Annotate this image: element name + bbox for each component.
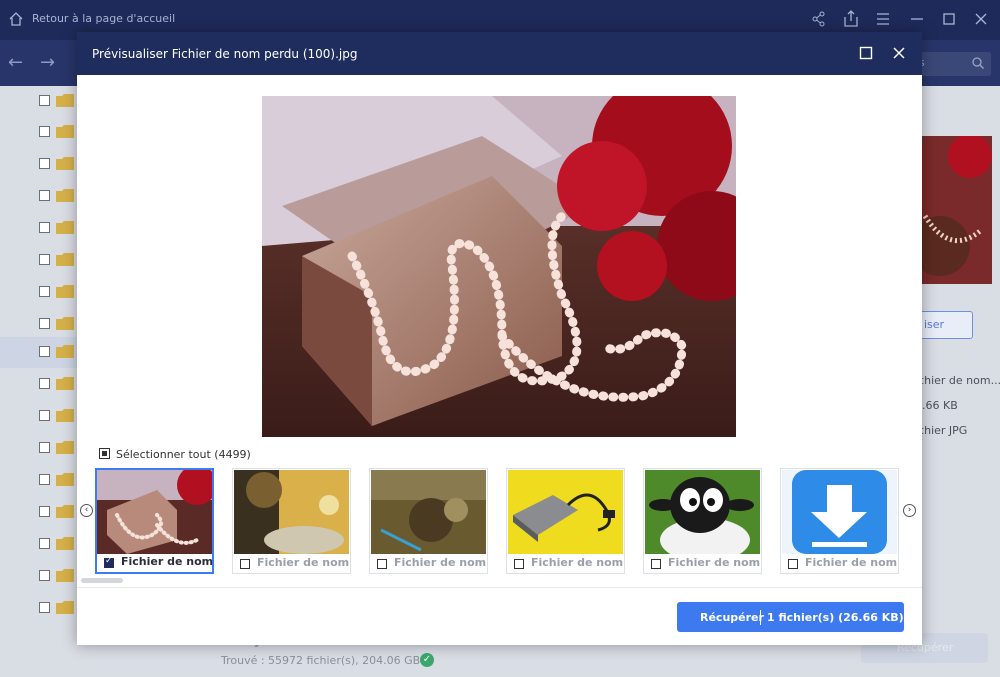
folder-icon — [56, 409, 74, 422]
row-checkbox[interactable] — [39, 254, 50, 265]
folder-icon — [56, 125, 74, 138]
folder-icon — [56, 285, 74, 298]
folder-icon — [56, 473, 74, 486]
thumbnail-checkbox[interactable] — [104, 556, 114, 568]
thumbnail-image — [371, 470, 486, 554]
row-checkbox[interactable] — [39, 378, 50, 389]
row-checkbox[interactable] — [39, 95, 50, 106]
details-thumbnail — [920, 136, 992, 284]
recover-button-divider — [760, 610, 761, 625]
thumbnail-label: Fichier de nom... — [394, 556, 487, 569]
thumbnail-checkbox[interactable] — [377, 559, 387, 569]
folder-icon — [56, 221, 74, 234]
recover-button-count: 1 fichier(s) (26.66 KB) — [767, 611, 904, 624]
folder-icon — [56, 94, 74, 107]
row-checkbox[interactable] — [39, 346, 50, 357]
folder-icon — [56, 317, 74, 330]
recover-button[interactable]: Récupérer 1 fichier(s) (26.66 KB) — [677, 602, 904, 632]
row-checkbox[interactable] — [39, 190, 50, 201]
details-type: ichier JPG — [915, 424, 968, 437]
home-link[interactable]: Retour à la page d'accueil — [32, 12, 175, 25]
row-checkbox[interactable] — [39, 442, 50, 453]
row-checkbox[interactable] — [39, 318, 50, 329]
forward-arrow-icon[interactable]: → — [40, 52, 55, 73]
row-checkbox[interactable] — [39, 126, 50, 137]
thumbnail-card-selected[interactable]: Fichier de nom... — [95, 468, 214, 574]
folder-icon — [56, 377, 74, 390]
thumbnail-checkbox[interactable] — [240, 559, 250, 569]
row-checkbox[interactable] — [39, 222, 50, 233]
share-icon[interactable] — [808, 8, 830, 30]
folder-icon — [56, 569, 74, 582]
folder-icon — [56, 189, 74, 202]
dialog-divider — [77, 587, 922, 588]
home-icon[interactable] — [9, 12, 23, 26]
preview-dialog: Prévisualiser Fichier de nom perdu (100)… — [77, 32, 922, 645]
row-checkbox[interactable] — [39, 506, 50, 517]
folder-icon — [56, 505, 74, 518]
details-filename: ichier de nom... — [915, 374, 1000, 387]
thumbnail-label: Fichier de nom... — [668, 556, 761, 569]
close-window-icon[interactable] — [970, 8, 992, 30]
search-icon — [972, 57, 984, 69]
folder-icon — [56, 537, 74, 550]
preview-image — [262, 96, 736, 437]
recover-button-label: Récupérer — [700, 611, 764, 624]
thumbnail-card[interactable]: Fichier de nom... — [643, 468, 762, 574]
maximize-icon[interactable] — [858, 45, 874, 61]
dialog-title: Prévisualiser Fichier de nom perdu (100)… — [92, 47, 358, 61]
thumbnail-checkbox[interactable] — [651, 559, 661, 569]
select-all[interactable]: Sélectionner tout (4499) — [99, 447, 251, 461]
back-arrow-icon[interactable]: ← — [8, 52, 23, 73]
folder-icon — [56, 441, 74, 454]
thumbnail-image — [234, 470, 349, 554]
folder-icon — [56, 253, 74, 266]
thumbnail-image — [97, 470, 212, 554]
search-input[interactable]: s — [915, 52, 991, 76]
row-checkbox[interactable] — [39, 474, 50, 485]
minimize-icon[interactable] — [906, 8, 928, 30]
close-icon[interactable] — [891, 45, 907, 61]
thumbnail-label: Fichier de nom... — [805, 556, 898, 569]
row-checkbox[interactable] — [39, 538, 50, 549]
next-thumbnail-button[interactable]: › — [903, 504, 916, 517]
thumbnail-image — [645, 470, 760, 554]
row-checkbox[interactable] — [39, 570, 50, 581]
thumbnail-label: Fichier de nom... — [531, 556, 624, 569]
row-checkbox[interactable] — [39, 286, 50, 297]
thumbnail-card[interactable]: Fichier de nom... — [369, 468, 488, 574]
select-all-checkbox[interactable] — [99, 448, 110, 459]
thumbnail-image — [508, 470, 623, 554]
row-checkbox[interactable] — [39, 410, 50, 421]
scan-status-found: Trouvé : 55972 fichier(s), 204.06 GB — [221, 654, 421, 667]
row-checkbox[interactable] — [39, 158, 50, 169]
folder-icon — [56, 601, 74, 614]
folder-icon — [56, 157, 74, 170]
thumbnail-checkbox[interactable] — [788, 559, 798, 569]
thumbnail-card[interactable]: Fichier de nom... — [232, 468, 351, 574]
maximize-icon[interactable] — [938, 8, 960, 30]
check-icon: ✓ — [420, 653, 434, 667]
thumbnail-card[interactable]: Fichier de nom... — [506, 468, 625, 574]
row-checkbox[interactable] — [39, 602, 50, 613]
prev-thumbnail-button[interactable]: ‹ — [80, 504, 93, 517]
folder-icon — [56, 345, 74, 358]
thumbnail-label: Fichier de nom... — [257, 556, 350, 569]
thumbnail-scrollbar[interactable] — [81, 578, 123, 583]
export-icon[interactable] — [840, 8, 862, 30]
dialog-header: Prévisualiser Fichier de nom perdu (100)… — [77, 32, 922, 75]
thumbnail-card[interactable]: Fichier de nom... — [780, 468, 899, 574]
thumbnail-checkbox[interactable] — [514, 559, 524, 569]
thumbnail-label: Fichier de nom... — [121, 555, 214, 568]
thumbnail-image — [782, 470, 897, 554]
menu-icon[interactable] — [872, 8, 894, 30]
